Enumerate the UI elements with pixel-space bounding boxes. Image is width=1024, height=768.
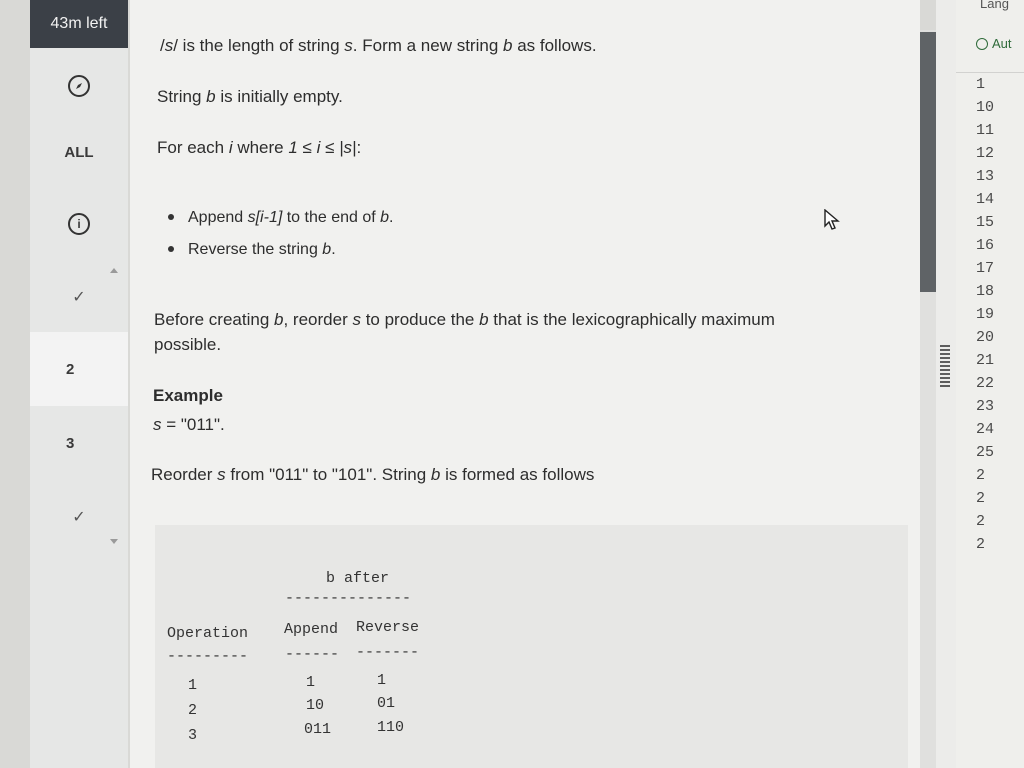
line-number: 2 — [976, 536, 986, 553]
problem-line-1: /s/ is the length of string s. Form a ne… — [160, 36, 597, 55]
line-number: 22 — [976, 375, 995, 392]
autosave-status: Aut — [976, 36, 1012, 51]
sidebar-scrollbar[interactable] — [103, 262, 127, 548]
line-number: 23 — [976, 398, 995, 415]
scroll-down-icon[interactable] — [110, 539, 118, 544]
bullet-append: Append s[i-1] to the end of b. — [188, 209, 394, 226]
time-remaining: 43m left — [30, 0, 128, 48]
line-number: 12 — [976, 145, 995, 162]
column-rule-reverse: ------- — [356, 644, 420, 661]
code-editor-panel: Lang Aut 1 10 11 12 13 14 15 16 17 18 19 20 21 22 23 24… — [956, 0, 1024, 768]
column-rule-append: ------ — [285, 646, 340, 663]
column-rule-operation: --------- — [167, 648, 249, 665]
sidebar-item-all[interactable]: ALL — [30, 130, 128, 174]
problem-statement: /s/ is the length of string s. Form a ne… — [130, 0, 920, 768]
sidebar-item-label: 2 — [66, 360, 75, 378]
scrollbar-thumb[interactable] — [920, 32, 936, 292]
sidebar-item-label: 3 — [66, 434, 75, 452]
line-number: 18 — [976, 283, 995, 300]
line-number: 14 — [976, 191, 995, 208]
line-number: 16 — [976, 237, 995, 254]
line-number: 15 — [976, 214, 995, 231]
table-group-header: b after — [326, 570, 390, 587]
line-number: 20 — [976, 329, 995, 346]
line-number: 1 — [976, 76, 986, 93]
line-number: 2 — [976, 490, 986, 507]
line-number: 2 — [976, 513, 986, 530]
panel-resizer[interactable] — [936, 0, 956, 768]
mouse-pointer-icon — [824, 209, 840, 230]
line-number: 17 — [976, 260, 995, 277]
check-icon: ✓ — [72, 509, 86, 526]
editor-divider — [956, 72, 1024, 73]
line-number: 21 — [976, 352, 995, 369]
compass-icon — [68, 75, 90, 97]
example-table: b after -------------- Operation Append … — [155, 525, 908, 768]
sidebar-item-compass[interactable] — [30, 62, 128, 110]
sidebar-item-label: ALL — [64, 143, 94, 161]
problem-line-2: String b is initially empty. — [157, 87, 343, 106]
reorder-explanation: Reorder s from "011" to "101". String b … — [151, 465, 595, 484]
line-number: 25 — [976, 444, 995, 461]
line-number: 19 — [976, 306, 995, 323]
table-group-rule: -------------- — [285, 590, 412, 607]
bullet-reverse: Reverse the string b. — [188, 241, 336, 258]
column-header-append: Append — [284, 621, 339, 638]
line-number: 13 — [976, 168, 995, 185]
drag-handle-icon[interactable] — [940, 345, 950, 387]
problem-line-3: For each i where 1 ≤ i ≤ |s|: — [157, 138, 362, 157]
problem-paragraph: Before creating b, reorder s to produce … — [154, 310, 775, 354]
line-number: 11 — [976, 122, 995, 139]
language-selector[interactable]: Lang — [980, 0, 1009, 11]
example-heading: Example — [153, 386, 223, 405]
content-scrollbar[interactable] — [920, 30, 936, 768]
line-number: 10 — [976, 99, 995, 116]
autosave-check-icon — [976, 37, 988, 50]
example-value: s = "011". — [153, 415, 225, 434]
scroll-up-icon[interactable] — [110, 268, 118, 273]
line-number: 24 — [976, 421, 995, 438]
bullet-point — [168, 214, 174, 220]
column-header-operation: Operation — [167, 625, 249, 642]
info-icon: i — [68, 213, 90, 235]
column-header-reverse: Reverse — [356, 619, 420, 636]
line-number: 2 — [976, 467, 986, 484]
sidebar-item-info[interactable]: i — [30, 200, 128, 248]
check-icon: ✓ — [72, 289, 86, 306]
bullet-point — [168, 246, 174, 252]
